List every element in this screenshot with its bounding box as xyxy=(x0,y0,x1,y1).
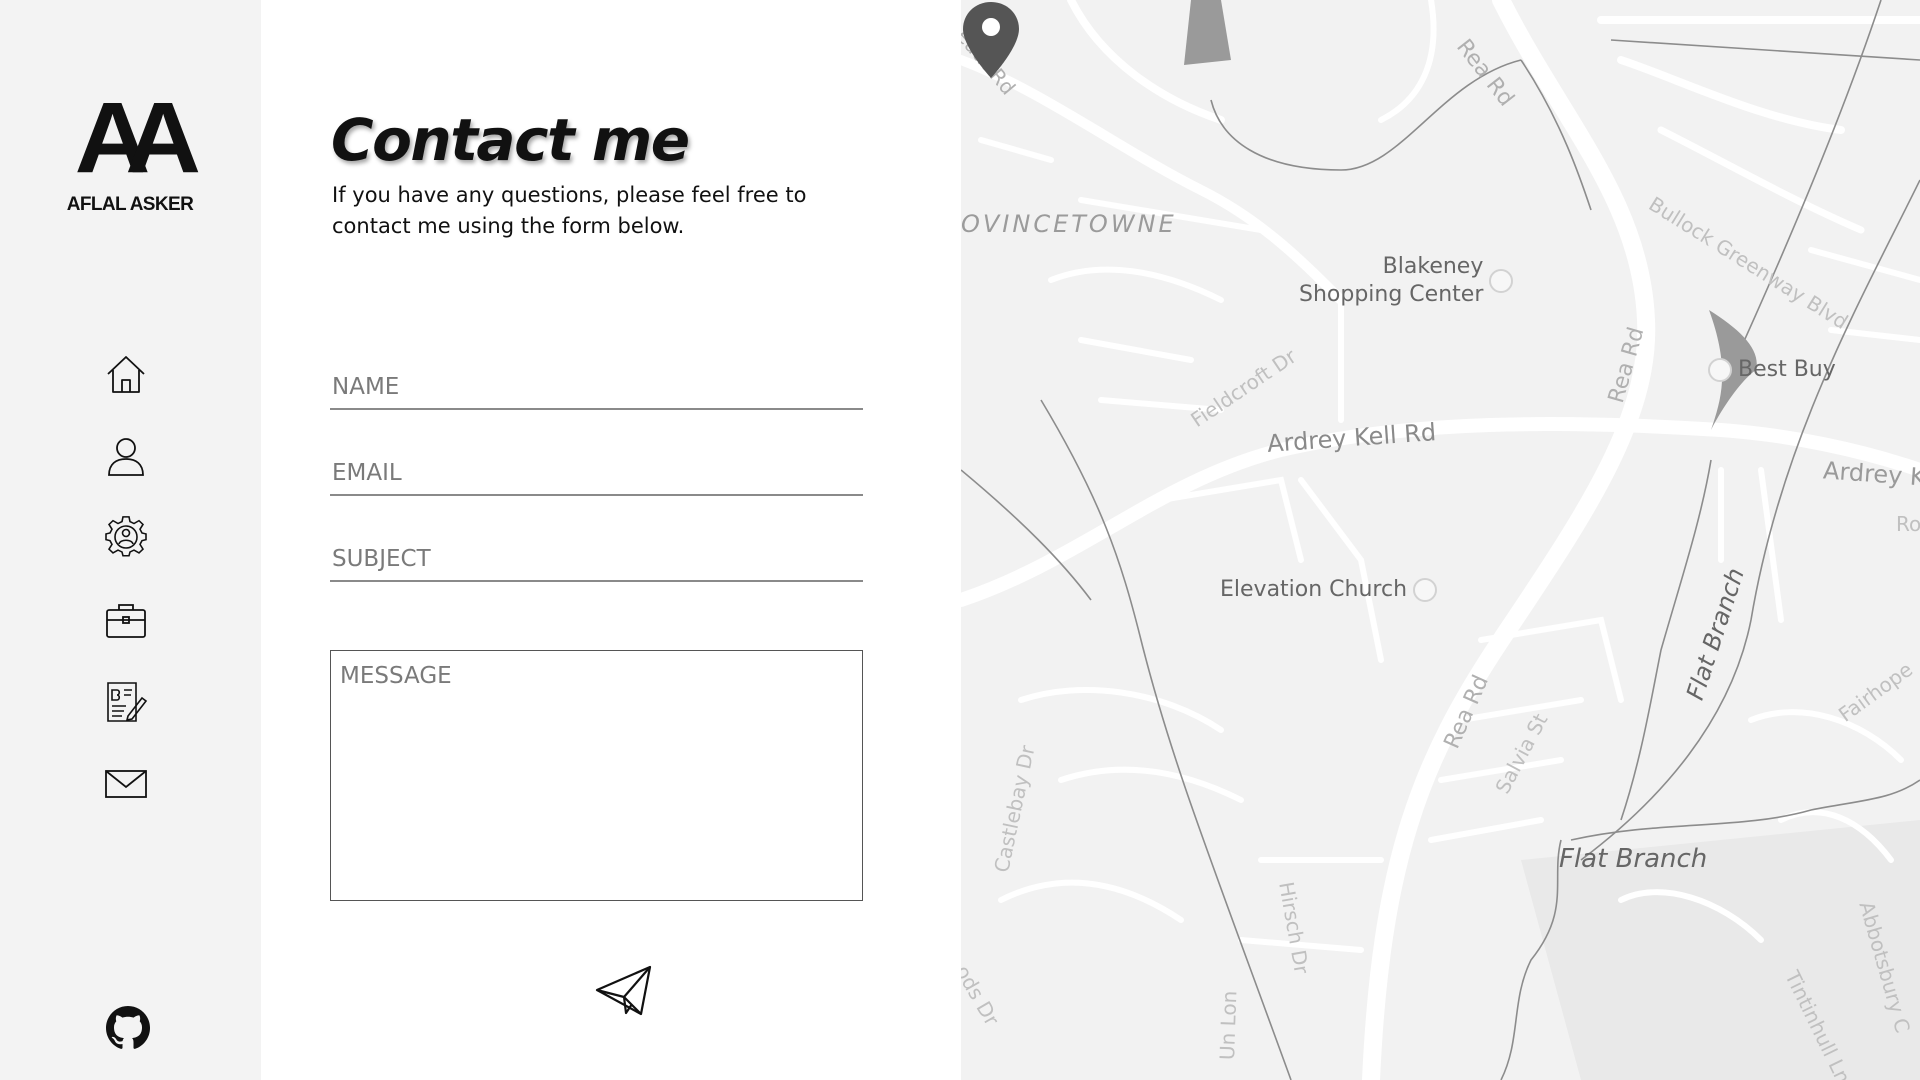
nav-about[interactable] xyxy=(102,432,150,480)
shopping-icon xyxy=(1708,358,1732,382)
mail-icon xyxy=(105,770,147,798)
map-poi-blakeney[interactable]: Blakeney Shopping Center xyxy=(1299,253,1519,309)
logo[interactable]: AA AFLAL ASKER xyxy=(60,82,201,218)
map[interactable]: OVINCETOWNE Blakeney Shopping Center Bes… xyxy=(961,0,1920,1080)
nav-portfolio[interactable] xyxy=(102,596,150,644)
message-textarea[interactable] xyxy=(330,650,863,901)
nav-contact[interactable] xyxy=(102,760,150,808)
name-input[interactable] xyxy=(330,366,863,410)
home-icon xyxy=(107,356,145,393)
user-icon xyxy=(108,438,144,476)
github-icon xyxy=(106,1006,150,1049)
map-road-uni: Un Lon xyxy=(1215,990,1242,1061)
shopping-icon xyxy=(1489,269,1514,293)
page-subtitle: If you have any questions, please feel f… xyxy=(332,183,807,238)
map-poi-best-buy[interactable]: Best Buy xyxy=(1702,356,1836,384)
gear-icon xyxy=(105,516,147,557)
nav-home[interactable] xyxy=(102,350,150,398)
blakeney-line1: Blakeney xyxy=(1382,254,1484,279)
church-icon xyxy=(1413,578,1438,602)
sidebar: AA AFLAL ASKER xyxy=(0,0,261,1080)
map-roads xyxy=(961,0,1920,1080)
best-buy-label: Best Buy xyxy=(1738,357,1836,382)
map-poi-elevation-church[interactable]: Elevation Church xyxy=(1220,576,1443,604)
page-title: Contact me xyxy=(331,106,690,174)
send-icon xyxy=(595,965,652,1016)
elevation-church-label: Elevation Church xyxy=(1220,577,1408,602)
blakeney-line2: Shopping Center xyxy=(1299,282,1484,307)
send-button[interactable] xyxy=(594,963,654,1019)
map-water-flat-branch-area: Flat Branch xyxy=(1559,844,1708,874)
github-link[interactable] xyxy=(104,1004,152,1052)
logo-mark: AA xyxy=(74,82,201,194)
subject-input[interactable] xyxy=(330,538,863,582)
nav-skills[interactable] xyxy=(102,514,150,562)
contact-section: Contact me If you have any questions, pl… xyxy=(261,0,961,1080)
map-road-ro: Ro xyxy=(1896,512,1920,536)
nav-blog[interactable] xyxy=(102,678,150,726)
map-pin-icon[interactable] xyxy=(961,0,1021,80)
briefcase-icon xyxy=(106,604,146,638)
logo-name: AFLAL ASKER xyxy=(66,194,194,215)
blog-icon xyxy=(107,682,148,722)
map-neighborhood-label: OVINCETOWNE xyxy=(961,210,1177,238)
email-input[interactable] xyxy=(330,452,863,496)
